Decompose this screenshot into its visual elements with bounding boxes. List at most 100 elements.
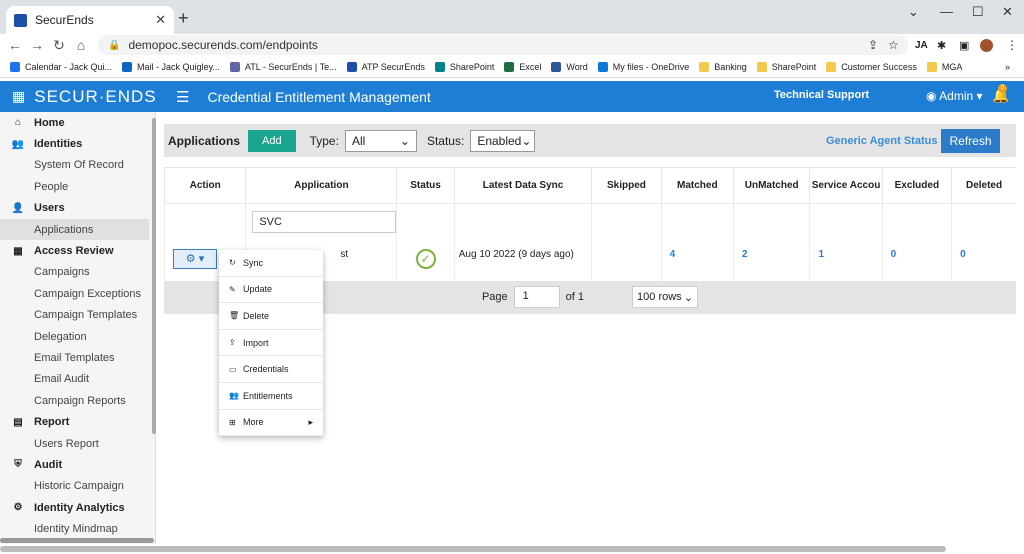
matched-link[interactable]: 4: [660, 241, 734, 281]
maximize-icon[interactable]: ☐: [972, 4, 984, 20]
back-icon[interactable]: ←: [4, 37, 26, 53]
bookmark-item[interactable]: SharePoint: [434, 61, 494, 72]
sidebar-section-home[interactable]: ⌂ Home: [0, 112, 155, 133]
column-header-2[interactable]: Status: [396, 167, 455, 204]
sidebar-item-label: Users: [34, 202, 65, 215]
file-icon: ▤: [13, 416, 23, 428]
sidebar-section-access-review[interactable]: ▦ Access Review: [0, 240, 155, 261]
bookmark-favicon-icon: [597, 61, 608, 72]
chevron-down-icon[interactable]: ⌄: [908, 4, 919, 20]
column-header-6[interactable]: UnMatched: [732, 167, 810, 204]
column-header-8[interactable]: Excluded: [881, 167, 952, 204]
sidebar-item-campaign-exceptions[interactable]: Campaign Exceptions: [0, 283, 155, 304]
sidepanel-icon[interactable]: ▣: [959, 39, 969, 52]
bookmark-item[interactable]: Calendar - Jack Qui...: [10, 61, 112, 72]
bookmark-item[interactable]: ATL - SecurEnds | Te...: [229, 61, 337, 72]
browser-tab[interactable]: SecurEnds ✕: [6, 6, 174, 34]
status-select[interactable]: Enabled ⌄: [470, 129, 536, 152]
bookmark-favicon-icon: [434, 61, 445, 72]
column-header-3[interactable]: Latest Data Sync: [453, 167, 592, 204]
extensions-icon[interactable]: ✱: [937, 39, 946, 52]
bookmarks-overflow-icon[interactable]: »: [1005, 62, 1010, 72]
sidebar-item-applications[interactable]: Applications: [0, 218, 149, 241]
unmatched-link[interactable]: 2: [732, 241, 810, 281]
sidebar-item-delegation[interactable]: Delegation: [0, 326, 155, 347]
star-icon[interactable]: ☆: [888, 38, 899, 52]
sidebar-section-identities[interactable]: 👥 Identities: [0, 133, 155, 154]
bookmark-item[interactable]: Word: [551, 61, 588, 72]
sidebar-item-label: Report: [34, 416, 70, 429]
menu-item-sync[interactable]: ↻ Sync: [219, 250, 323, 277]
new-tab-icon[interactable]: +: [178, 8, 189, 29]
column-header-5[interactable]: Matched: [660, 167, 734, 204]
column-header-1[interactable]: Application: [245, 167, 397, 204]
url-field[interactable]: 🔒 demopoc.securends.com/endpoints: [98, 35, 908, 55]
bookmark-item[interactable]: Mail - Jack Quigley...: [122, 61, 220, 72]
bookmarks-bar: Calendar - Jack Qui... Mail - Jack Quigle…: [0, 56, 1024, 78]
sidebar-item-identity-mindmap[interactable]: Identity Mindmap: [0, 518, 155, 539]
reload-icon[interactable]: ↻: [48, 37, 70, 54]
app-logo[interactable]: ▦ SECUR·ENDS: [12, 87, 162, 107]
bookmark-item[interactable]: ATP SecurEnds: [346, 61, 425, 72]
menu-item-more[interactable]: ⊞ More ▸: [219, 410, 323, 437]
menu-item-delete[interactable]: 🗑 Delete: [219, 303, 323, 330]
close-window-icon[interactable]: ✕: [1002, 4, 1013, 20]
bookmark-item[interactable]: Excel: [504, 61, 541, 72]
sidebar-item-campaign-reports[interactable]: Campaign Reports: [0, 390, 155, 411]
deleted-link[interactable]: 0: [951, 241, 1016, 281]
sidebar: ⌂ Home 👥 Identities System Of Record People 👤 U…: [0, 112, 156, 544]
bookmark-item[interactable]: Banking: [699, 61, 747, 72]
sidebar-item-email-audit[interactable]: Email Audit: [0, 369, 155, 390]
sidebar-horizontal-scrollbar[interactable]: [0, 538, 154, 543]
type-select[interactable]: All ⌄: [344, 129, 417, 152]
technical-support-link[interactable]: Technical Support: [774, 89, 869, 101]
profile-avatar[interactable]: [980, 38, 993, 52]
column-header-9[interactable]: Deleted: [951, 167, 1016, 204]
sidebar-item-email-templates[interactable]: Email Templates: [0, 347, 155, 368]
menu-item-update[interactable]: ✎ Update: [219, 277, 323, 304]
sidebar-section-audit[interactable]: ⛨ Audit: [0, 454, 155, 475]
bell-icon[interactable]: 🔔 0: [992, 84, 1009, 104]
bookmark-favicon-icon: [122, 61, 133, 72]
column-header-4[interactable]: Skipped: [591, 167, 662, 204]
sidebar-section-users[interactable]: 👤 Users: [0, 198, 155, 219]
page-input[interactable]: 1: [513, 286, 560, 308]
sidebar-item-historic-campaign[interactable]: Historic Campaign: [0, 476, 155, 497]
home-icon[interactable]: ⌂: [70, 37, 92, 53]
bookmark-item[interactable]: SharePoint: [756, 61, 816, 72]
page-horizontal-scrollbar[interactable]: [0, 546, 946, 552]
share-icon[interactable]: ⇪: [868, 38, 878, 52]
admin-menu[interactable]: ◉ Admin ▾: [926, 89, 983, 103]
column-header-0[interactable]: Action: [163, 167, 246, 204]
close-tab-icon[interactable]: ✕: [155, 12, 166, 28]
bookmark-item[interactable]: My files - OneDrive: [597, 61, 689, 72]
sidebar-item-campaign-templates[interactable]: Campaign Templates: [0, 305, 155, 326]
menu-item-import[interactable]: ⇪ Import: [219, 330, 323, 357]
bookmark-item[interactable]: Customer Success: [826, 61, 917, 72]
bookmark-item[interactable]: MGA: [926, 61, 962, 72]
excluded-link[interactable]: 0: [881, 241, 952, 281]
kebab-menu-icon[interactable]: ⋮: [1006, 38, 1018, 52]
menu-toggle-icon[interactable]: ☰: [176, 88, 189, 106]
extension-ja-icon[interactable]: JA: [915, 40, 928, 51]
add-button[interactable]: Add: [248, 129, 296, 152]
sidebar-section-identity-analytics[interactable]: ⚙ Identity Analytics: [0, 497, 155, 518]
sidebar-item-users-report[interactable]: Users Report: [0, 433, 155, 454]
forward-icon[interactable]: →: [26, 37, 48, 53]
column-header-7[interactable]: Service Accou: [809, 167, 883, 204]
rows-per-page-select[interactable]: 100 rows ⌄: [632, 286, 699, 308]
sidebar-section-report[interactable]: ▤ Report: [0, 411, 155, 432]
menu-item-credentials[interactable]: ▭ Credentials: [219, 356, 323, 383]
service-account-link[interactable]: 1: [809, 241, 883, 281]
sidebar-scrollbar[interactable]: [152, 118, 156, 434]
sidebar-item-campaigns[interactable]: Campaigns: [0, 262, 155, 283]
action-gear-button[interactable]: ⚙ ▾: [173, 248, 217, 269]
application-filter-input[interactable]: SVC: [252, 211, 397, 233]
apps-grid-icon[interactable]: ▦: [12, 88, 26, 105]
minimize-icon[interactable]: —: [940, 4, 953, 19]
generic-agent-status-link[interactable]: Generic Agent Status: [826, 135, 937, 147]
sidebar-item-people[interactable]: People: [0, 176, 155, 197]
menu-item-entitlements[interactable]: 👥 Entitlements: [219, 383, 323, 410]
refresh-button[interactable]: Refresh: [941, 129, 1000, 153]
sidebar-item-system-of-record[interactable]: System Of Record: [0, 155, 155, 176]
